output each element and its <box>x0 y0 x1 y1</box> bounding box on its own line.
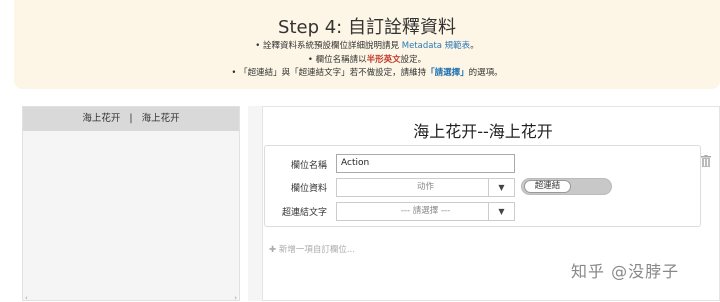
field-list-panel: 海上花开 | 海上花开 ‹ › <box>22 106 240 302</box>
step-title: Step 4: 自訂詮釋資料 <box>278 17 456 38</box>
field-name-input[interactable]: Action <box>336 154 515 173</box>
card-title: 海上花开--海上花开 <box>413 122 553 141</box>
field-data-label: 欄位資料 <box>290 184 327 194</box>
custom-field-form: 欄位名稱 Action 欄位資料 动作 ▼ 超連結 超連結文字 --- 請選擇 … <box>264 145 701 227</box>
link-text-label: 超連結文字 <box>281 208 327 218</box>
instruction-item: 詮釋資料系統預設欄位詳細說明請見 Metadata 規範表。 <box>14 40 720 54</box>
horizontal-scrollbar[interactable]: ‹ › <box>23 294 239 302</box>
instructions-banner: Step 4: 自訂詮釋資料 詮釋資料系統預設欄位詳細說明請見 Metadata… <box>14 0 720 89</box>
link-text-select[interactable]: --- 請選擇 --- ▼ <box>336 202 515 221</box>
chevron-down-icon: ▼ <box>488 179 514 196</box>
field-name-label: 欄位名稱 <box>290 161 327 171</box>
field-list-item[interactable]: 海上花开 | 海上花开 <box>23 107 239 131</box>
instruction-item: 欄位名稱請以半形英文設定。 <box>14 54 720 68</box>
add-custom-field-button[interactable]: ✚ 新增一項自訂欄位... <box>269 243 355 255</box>
watermark: 知乎 @没脖子 <box>571 262 680 281</box>
hyperlink-toggle-label: 超連結 <box>524 180 571 193</box>
instructions-list: 詮釋資料系統預設欄位詳細說明請見 Metadata 規範表。 欄位名稱請以半形英… <box>14 40 720 81</box>
hyperlink-toggle[interactable]: 超連結 <box>521 178 612 195</box>
metadata-spec-link[interactable]: Metadata 規範表 <box>402 41 470 51</box>
trash-icon[interactable] <box>701 155 711 167</box>
instruction-item: 「超連結」與「超連結文字」若不做設定，請維持「請選擇」的選項。 <box>14 67 720 81</box>
field-data-select[interactable]: 动作 ▼ <box>336 178 515 197</box>
chevron-down-icon: ▼ <box>488 203 514 220</box>
